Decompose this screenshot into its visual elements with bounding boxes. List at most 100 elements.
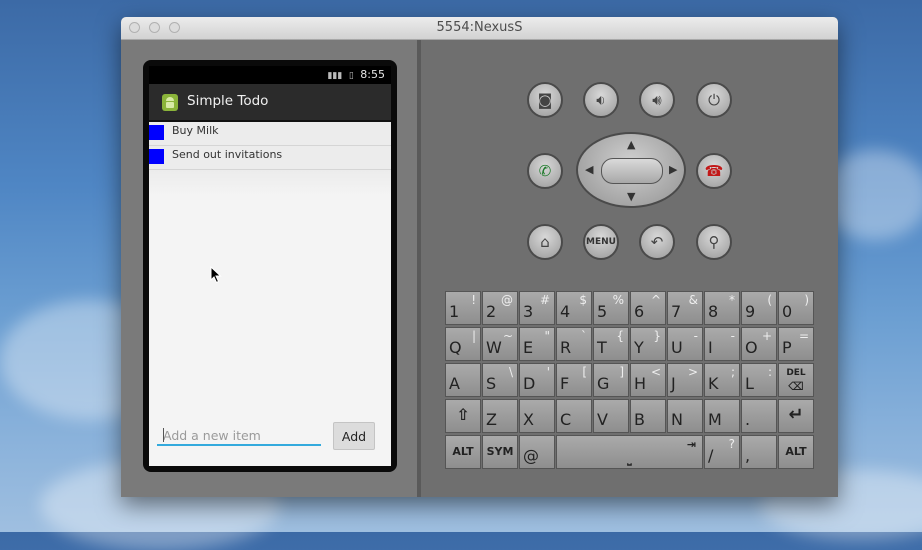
- phone-screen[interactable]: ▮▮▮ ▯ 8:55 Simple Todo Buy Milk Send out…: [149, 66, 391, 466]
- key-r[interactable]: R `: [556, 327, 592, 361]
- status-bar: ▮▮▮ ▯ 8:55: [149, 66, 391, 84]
- key-n[interactable]: N: [667, 399, 703, 433]
- item-color-marker: [149, 149, 164, 164]
- key-b[interactable]: B: [630, 399, 666, 433]
- sym-key[interactable]: SYM: [482, 435, 518, 469]
- space-key[interactable]: ⇥ ⎵: [556, 435, 703, 469]
- key-alt-label: :: [767, 365, 772, 379]
- end-call-button[interactable]: ☎: [696, 153, 732, 189]
- key-label: L: [745, 374, 754, 393]
- slash-key[interactable]: /?: [704, 435, 740, 469]
- delete-key[interactable]: DEL ⌫: [778, 363, 814, 397]
- signal-icon: ▮▮▮: [327, 71, 343, 81]
- key-t[interactable]: T{: [593, 327, 629, 361]
- dpad-left-icon[interactable]: ◀: [585, 163, 593, 176]
- key-k[interactable]: K;: [704, 363, 740, 397]
- key-label: V: [597, 410, 608, 429]
- dpad[interactable]: ▲ ▼ ◀ ▶: [576, 132, 686, 208]
- key-3[interactable]: 3 #: [519, 291, 555, 325]
- dpad-center-button[interactable]: [601, 158, 663, 184]
- key-g[interactable]: G]: [593, 363, 629, 397]
- back-button[interactable]: ↶: [639, 224, 675, 260]
- key-d[interactable]: D ': [519, 363, 555, 397]
- key-x[interactable]: X: [519, 399, 555, 433]
- key-alt-label: }: [653, 329, 661, 343]
- add-button[interactable]: Add: [333, 422, 375, 450]
- list-item[interactable]: Buy Milk: [149, 122, 391, 146]
- key-label: /: [708, 446, 714, 465]
- alt-key[interactable]: ALT: [445, 435, 481, 469]
- key-y[interactable]: Y}: [630, 327, 666, 361]
- key-s[interactable]: S \: [482, 363, 518, 397]
- key-1[interactable]: 1!: [445, 291, 481, 325]
- volume-down-icon: 🔉︎: [596, 91, 606, 109]
- shift-icon: ⇧: [456, 405, 470, 424]
- key-q[interactable]: Q |: [445, 327, 481, 361]
- key-a[interactable]: A: [445, 363, 481, 397]
- key-f[interactable]: F[: [556, 363, 592, 397]
- menu-button[interactable]: MENU: [583, 224, 619, 260]
- key-9[interactable]: 9(: [741, 291, 777, 325]
- key-h[interactable]: H <: [630, 363, 666, 397]
- key-c[interactable]: C: [556, 399, 592, 433]
- tab-arrow-icon: ⇥: [686, 438, 696, 451]
- enter-key[interactable]: ↵: [778, 399, 814, 433]
- key-0[interactable]: 0): [778, 291, 814, 325]
- alt-right-key[interactable]: ALT: [778, 435, 814, 469]
- key-label: I: [708, 338, 713, 357]
- phone-frame: ▮▮▮ ▯ 8:55 Simple Todo Buy Milk Send out…: [143, 60, 397, 472]
- key-j[interactable]: J >: [667, 363, 703, 397]
- key-i[interactable]: I-: [704, 327, 740, 361]
- key-label: P: [782, 338, 792, 357]
- key-label: W: [486, 338, 502, 357]
- key-label: 7: [671, 302, 682, 321]
- phone-call-icon: ✆: [538, 162, 552, 180]
- key-6[interactable]: 6 ^: [630, 291, 666, 325]
- key-v[interactable]: V: [593, 399, 629, 433]
- dpad-right-icon[interactable]: ▶: [669, 163, 677, 176]
- key-4[interactable]: 4 $: [556, 291, 592, 325]
- key-alt-label: >: [687, 365, 698, 379]
- key-u[interactable]: U-: [667, 327, 703, 361]
- key-e[interactable]: E ": [519, 327, 555, 361]
- key-w[interactable]: W ~: [482, 327, 518, 361]
- camera-button[interactable]: ◙: [527, 82, 563, 118]
- key-2[interactable]: 2 @: [482, 291, 518, 325]
- menu-label: MENU: [586, 237, 616, 247]
- list-footer: [149, 170, 391, 196]
- key-l[interactable]: L:: [741, 363, 777, 397]
- key-label: Y: [634, 338, 644, 357]
- key-label: 2: [486, 302, 497, 321]
- key-label: 4: [560, 302, 571, 321]
- search-icon: ⚲: [708, 233, 720, 251]
- volume-down-button[interactable]: 🔉︎: [583, 82, 619, 118]
- volume-up-button[interactable]: 🔊︎: [639, 82, 675, 118]
- comma-key[interactable]: ,: [741, 435, 777, 469]
- power-button[interactable]: ⏻: [696, 82, 732, 118]
- dpad-up-icon[interactable]: ▲: [627, 138, 635, 151]
- home-button[interactable]: ⌂: [527, 224, 563, 260]
- key-o[interactable]: O +: [741, 327, 777, 361]
- key-label: F: [560, 374, 570, 393]
- emulator-window: 5554:NexusS ▮▮▮ ▯ 8:55 Simple Todo Buy M…: [121, 17, 838, 497]
- dpad-down-icon[interactable]: ▼: [627, 190, 635, 203]
- key-5[interactable]: 5%: [593, 291, 629, 325]
- key-label: 8: [708, 302, 719, 321]
- key-8[interactable]: 8 *: [704, 291, 740, 325]
- new-item-input[interactable]: [157, 426, 321, 446]
- key-z[interactable]: Z: [482, 399, 518, 433]
- key-period[interactable]: .: [741, 399, 777, 433]
- key-7[interactable]: 7 &: [667, 291, 703, 325]
- call-button[interactable]: ✆: [527, 153, 563, 189]
- search-button[interactable]: ⚲: [696, 224, 732, 260]
- key-alt-label: ": [544, 329, 550, 343]
- at-key[interactable]: @: [519, 435, 555, 469]
- enter-icon: ↵: [788, 404, 804, 425]
- key-label: R: [560, 338, 572, 357]
- list-item[interactable]: Send out invitations: [149, 146, 391, 170]
- key-p[interactable]: P =: [778, 327, 814, 361]
- key-label: H: [634, 374, 647, 393]
- key-alt-label: `: [581, 329, 587, 343]
- key-m[interactable]: M: [704, 399, 740, 433]
- shift-key[interactable]: ⇧: [445, 399, 481, 433]
